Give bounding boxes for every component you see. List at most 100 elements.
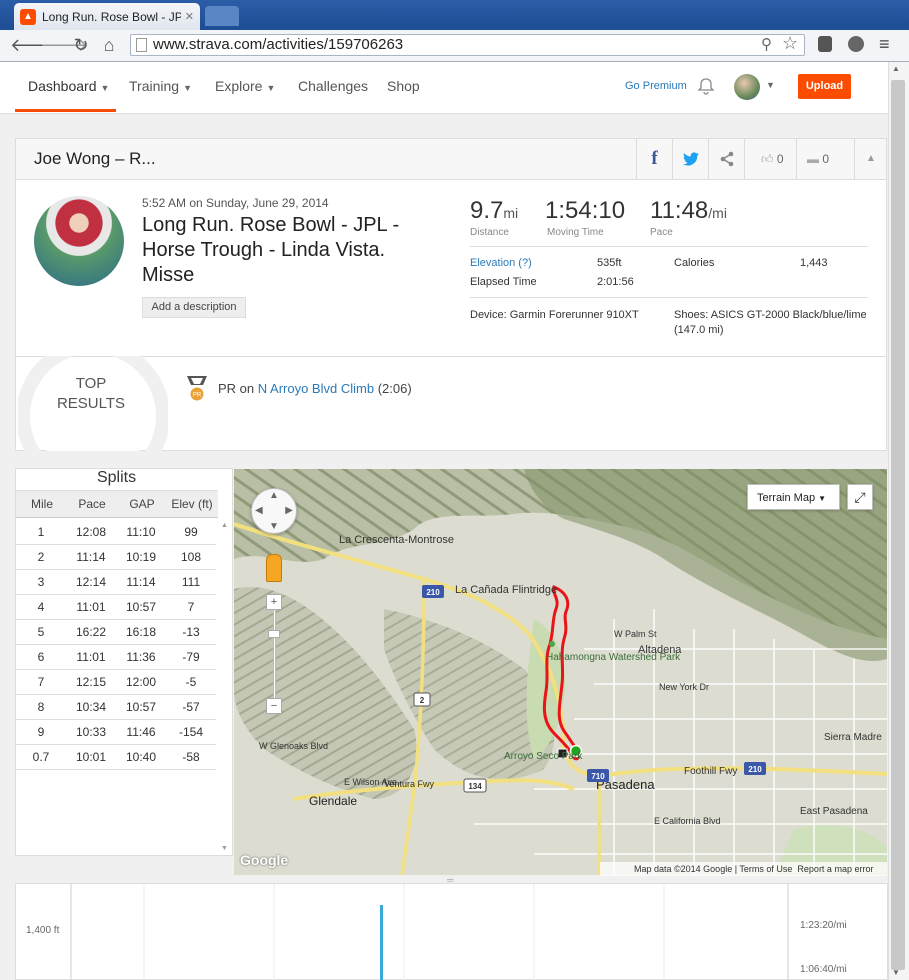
split-row[interactable]: 4 11:01 10:57 7: [16, 595, 216, 620]
close-icon[interactable]: ✕: [185, 10, 194, 23]
facebook-icon[interactable]: f: [636, 139, 672, 179]
share-icon[interactable]: [708, 139, 744, 179]
split-row[interactable]: 8 10:34 10:57 -57: [16, 695, 216, 720]
back-arrow-icon[interactable]: 🡐: [10, 34, 58, 56]
split-row[interactable]: 9 10:33 11:46 -154: [16, 720, 216, 745]
zoom-slider-handle[interactable]: [268, 630, 280, 638]
scrollbar-thumb[interactable]: [891, 80, 905, 970]
browser-tab[interactable]: ▲ Long Run. Rose Bowl - JPL ✕: [14, 3, 200, 30]
moving-time-stat: 1:54:10: [545, 197, 626, 224]
top-results-heading: TOP RESULTS: [56, 375, 126, 412]
split-cell: 4: [37, 600, 45, 614]
split-cell: 108: [180, 550, 202, 564]
bell-icon[interactable]: [697, 77, 715, 95]
split-cell: 12:15: [75, 675, 107, 689]
collapse-icon[interactable]: ▲: [854, 139, 887, 179]
split-cell: 9: [37, 725, 45, 739]
thumbs-up-icon: 👍︎: [761, 152, 774, 166]
column-header: Mile: [30, 497, 53, 511]
split-row[interactable]: 2 11:14 10:19 108: [16, 545, 216, 570]
zoom-out-button[interactable]: −: [266, 698, 282, 714]
zoom-slider[interactable]: [273, 600, 276, 705]
street-view-pegman-icon[interactable]: [266, 554, 282, 582]
zoom-icon[interactable]: ⚲: [761, 35, 772, 53]
split-cell: 12:14: [75, 575, 107, 589]
nav-challenges[interactable]: Challenges: [298, 78, 368, 94]
split-cell: 10:57: [125, 700, 157, 714]
split-row[interactable]: 6 11:01 11:36 -79: [16, 645, 216, 670]
fullscreen-icon[interactable]: ⤢: [847, 484, 873, 510]
kudos-button[interactable]: 👍︎ 0: [744, 139, 796, 179]
shoes-distance: (147.0 mi): [674, 324, 724, 336]
split-cell: -13: [182, 625, 200, 639]
athlete-name[interactable]: Joe Wong – R...: [34, 149, 156, 169]
shoes-info[interactable]: Shoes: ASICS GT-2000 Black/blue/lime: [674, 309, 867, 321]
extension-icon[interactable]: [818, 36, 832, 52]
split-cell: 10:19: [125, 550, 157, 564]
split-row[interactable]: 0.7 10:01 10:40 -58: [16, 745, 216, 770]
chevron-down-icon[interactable]: ▼: [766, 80, 775, 90]
svg-text:La Cañada Flintridge: La Cañada Flintridge: [455, 584, 557, 596]
upload-button[interactable]: Upload: [798, 74, 851, 99]
address-bar[interactable]: www.strava.com/activities/159706263: [130, 34, 805, 56]
segment-link[interactable]: N Arroyo Blvd Climb: [258, 381, 374, 396]
map-type-dropdown[interactable]: Terrain Map ▼: [747, 484, 840, 510]
nav-shop[interactable]: Shop: [387, 78, 420, 94]
report-map-error-link[interactable]: Report a map error: [797, 864, 873, 874]
split-cell: 11:01: [76, 600, 106, 614]
route-map[interactable]: La Crescenta-Montrose La Cañada Flintrid…: [234, 469, 887, 875]
go-premium-link[interactable]: Go Premium: [625, 80, 687, 92]
calories-value: 1,443: [800, 257, 828, 269]
split-cell: 7: [187, 600, 195, 614]
nav-training[interactable]: Training ▼: [129, 78, 192, 94]
svg-text:E California Blvd: E California Blvd: [654, 816, 721, 826]
new-tab-button[interactable]: [205, 6, 239, 26]
svg-text:710: 710: [591, 772, 605, 781]
splits-scrollbar[interactable]: ▲ ▼: [218, 519, 232, 855]
svg-text:PR: PR: [193, 393, 202, 399]
split-row[interactable]: 1 12:08 11:10 99: [16, 520, 216, 545]
split-row[interactable]: 3 12:14 11:14 111: [16, 570, 216, 595]
split-cell: 10:34: [75, 700, 107, 714]
twitter-icon[interactable]: [672, 139, 708, 179]
elapsed-time-label: Elapsed Time: [470, 276, 537, 288]
divider: [470, 297, 868, 298]
nav-explore[interactable]: Explore ▼: [215, 78, 275, 94]
terms-link[interactable]: Terms of Use: [739, 864, 792, 874]
svg-text:210: 210: [426, 588, 440, 597]
kudos-count: 0: [776, 152, 784, 166]
extension-icon-2[interactable]: [848, 36, 864, 52]
split-cell: 16:18: [125, 625, 157, 639]
page-icon: [136, 38, 147, 52]
map-canvas[interactable]: La Crescenta-Montrose La Cañada Flintrid…: [234, 469, 887, 875]
user-avatar[interactable]: [734, 74, 760, 100]
column-header: Elev (ft): [171, 497, 213, 511]
athlete-profile-photo[interactable]: [34, 196, 124, 286]
comments-button[interactable]: ▬ 0: [796, 139, 854, 179]
calories-label: Calories: [674, 257, 715, 269]
activity-title[interactable]: Long Run. Rose Bowl - JPL - Horse Trough…: [142, 213, 442, 288]
nav-dashboard[interactable]: Dashboard ▼: [28, 78, 109, 94]
split-cell: 11:10: [126, 525, 156, 539]
scroll-down-icon[interactable]: ▼: [892, 968, 900, 977]
elevation-help-link[interactable]: Elevation (?): [470, 257, 532, 269]
pace-stat: 11:48/mi: [650, 197, 727, 224]
split-row[interactable]: 7 12:15 12:00 -5: [16, 670, 216, 695]
svg-text:E Wilson Ave: E Wilson Ave: [344, 777, 397, 787]
bookmark-star-icon[interactable]: ☆: [782, 33, 798, 54]
reload-icon[interactable]: ↻: [70, 34, 92, 56]
add-description-button[interactable]: Add a description: [142, 297, 246, 318]
svg-text:Sierra Madre: Sierra Madre: [824, 732, 882, 743]
home-icon[interactable]: ⌂: [98, 34, 120, 56]
forward-arrow-icon[interactable]: 🡒: [40, 34, 88, 56]
column-header: Pace: [78, 497, 106, 511]
split-row[interactable]: 5 16:22 16:18 -13: [16, 620, 216, 645]
zoom-in-button[interactable]: +: [266, 594, 282, 610]
svg-text:Arroyo Seco Park: Arroyo Seco Park: [504, 751, 583, 762]
pace-axis-label: 1:23:20/mi: [800, 920, 847, 931]
scroll-up-icon[interactable]: ▲: [892, 64, 900, 73]
svg-text:Glendale: Glendale: [309, 794, 357, 808]
pan-control[interactable]: ▲ ▼ ◀ ▶: [251, 488, 297, 534]
svg-text:La Crescenta-Montrose: La Crescenta-Montrose: [339, 534, 454, 546]
menu-icon[interactable]: ≡: [879, 34, 890, 55]
